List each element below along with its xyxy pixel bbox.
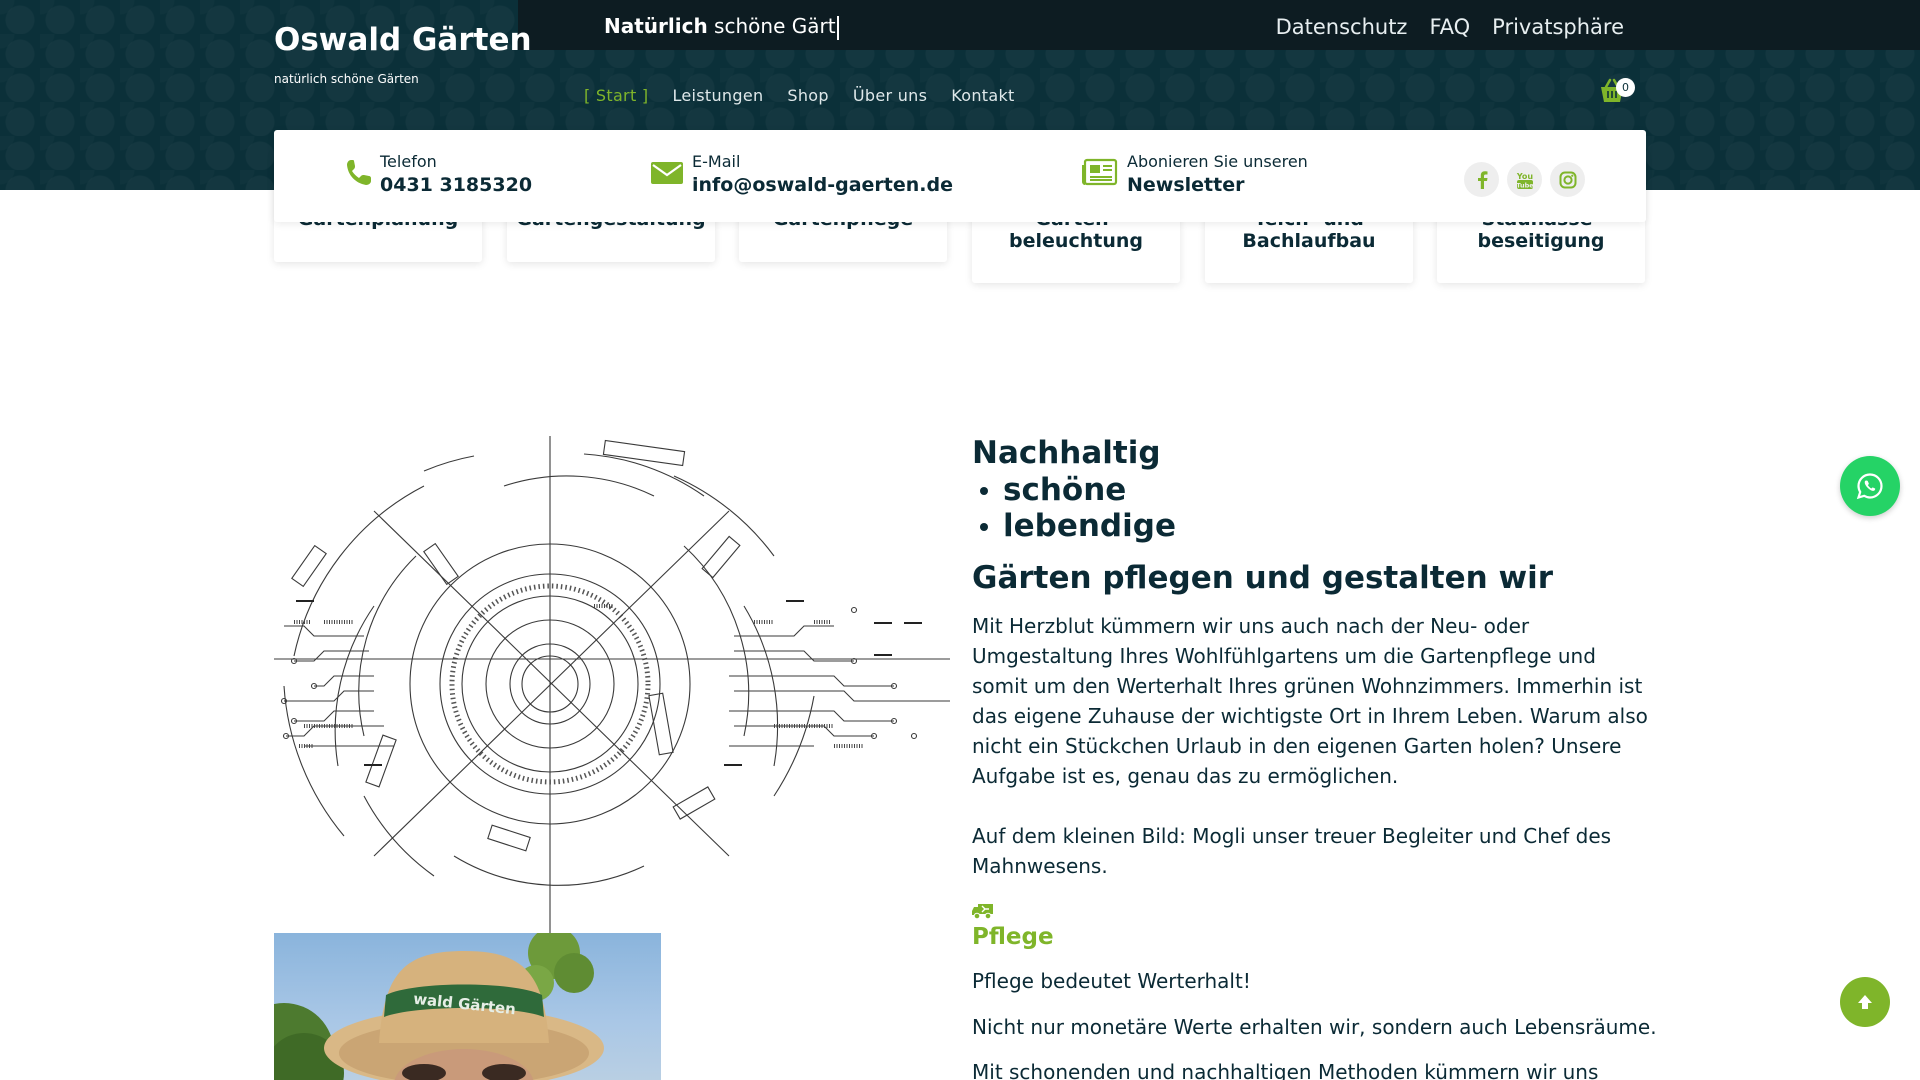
youtube-icon[interactable]: You Tube <box>1507 162 1542 197</box>
contact-phone-value[interactable]: 0431 3185320 <box>380 174 532 196</box>
photo-caption-paragraph: Auf dem kleinen Bild: Mogli unser treuer… <box>972 824 1612 878</box>
contact-phone-label: Telefon <box>380 152 437 171</box>
nav-kontakt[interactable]: Kontakt <box>951 86 1014 105</box>
nav-start[interactable]: [ Start ] <box>584 86 648 105</box>
nav-ueber-uns[interactable]: Über uns <box>853 86 927 105</box>
cart-count-badge: 0 <box>1616 78 1635 97</box>
nav-leistungen[interactable]: Leistungen <box>672 86 763 105</box>
heading-word-list: schöne lebendige <box>972 472 1176 544</box>
top-links: Datenschutz FAQ Privatsphäre <box>1276 15 1624 39</box>
pflege-text-1: Pflege bedeutet Werterhalt! <box>972 969 1251 993</box>
pflege-text-3: Mit schonenden und nachhaltigen Methoden… <box>972 1060 1599 1080</box>
svg-text:You: You <box>1516 172 1533 181</box>
phone-icon <box>347 160 371 185</box>
typing-slogan: Natürlich schöne Gärt <box>604 14 839 40</box>
instagram-icon[interactable] <box>1550 162 1585 197</box>
link-faq[interactable]: FAQ <box>1429 15 1470 39</box>
typing-slogan-rest: schöne Gärt <box>707 14 836 38</box>
heading-list-item: lebendige <box>972 508 1176 544</box>
typing-caret <box>836 15 839 40</box>
nav-shop[interactable]: Shop <box>787 86 828 105</box>
contact-email-value[interactable]: info@oswald-gaerten.de <box>692 174 953 196</box>
main-navigation: [ Start ] Leistungen Shop Über uns Konta… <box>584 86 1015 105</box>
envelope-icon <box>651 162 683 184</box>
facebook-icon[interactable] <box>1464 162 1499 197</box>
pflege-text-2: Nicht nur monetäre Werte erhalten wir, s… <box>972 1015 1657 1039</box>
svg-text:Tube: Tube <box>1516 181 1534 189</box>
photo-scene: wald Gärten <box>274 933 604 1080</box>
contact-info-bar: Telefon 0431 3185320 E-Mail info@oswald-… <box>274 130 1646 222</box>
technical-circle-illustration <box>274 436 950 934</box>
scroll-to-top-button[interactable] <box>1840 977 1890 1027</box>
contact-newsletter-label: Abonieren Sie unseren <box>1127 152 1308 171</box>
arrow-up-icon <box>1858 995 1872 1009</box>
site-logo-subtitle: natürlich schöne Gärten <box>274 72 419 86</box>
link-datenschutz[interactable]: Datenschutz <box>1276 15 1408 39</box>
whatsapp-icon <box>1856 473 1883 500</box>
typing-slogan-bold: Natürlich <box>604 14 708 38</box>
section-heading: Gärten pflegen und gestalten wir <box>972 560 1554 596</box>
hero-heading: Nachhaltig schöne lebendige <box>972 434 1176 544</box>
newspaper-icon <box>1082 158 1118 186</box>
whatsapp-button[interactable] <box>1840 456 1900 516</box>
heading-list-item: schöne <box>972 472 1176 508</box>
social-links: You Tube <box>1464 162 1585 197</box>
link-privatsphaere[interactable]: Privatsphäre <box>1492 15 1624 39</box>
pflege-heading: Pflege <box>972 924 1054 950</box>
heading-first-word: Nachhaltig <box>972 435 1161 471</box>
photo-mogli: wald Gärten <box>274 933 661 1080</box>
contact-newsletter-value[interactable]: Newsletter <box>1127 174 1244 196</box>
truck-icon <box>972 904 993 920</box>
intro-paragraph: Mit Herzblut kümmern wir uns auch nach d… <box>972 614 1648 788</box>
contact-email-label: E-Mail <box>692 152 741 171</box>
site-logo-title[interactable]: Oswald Gärten <box>274 22 532 58</box>
